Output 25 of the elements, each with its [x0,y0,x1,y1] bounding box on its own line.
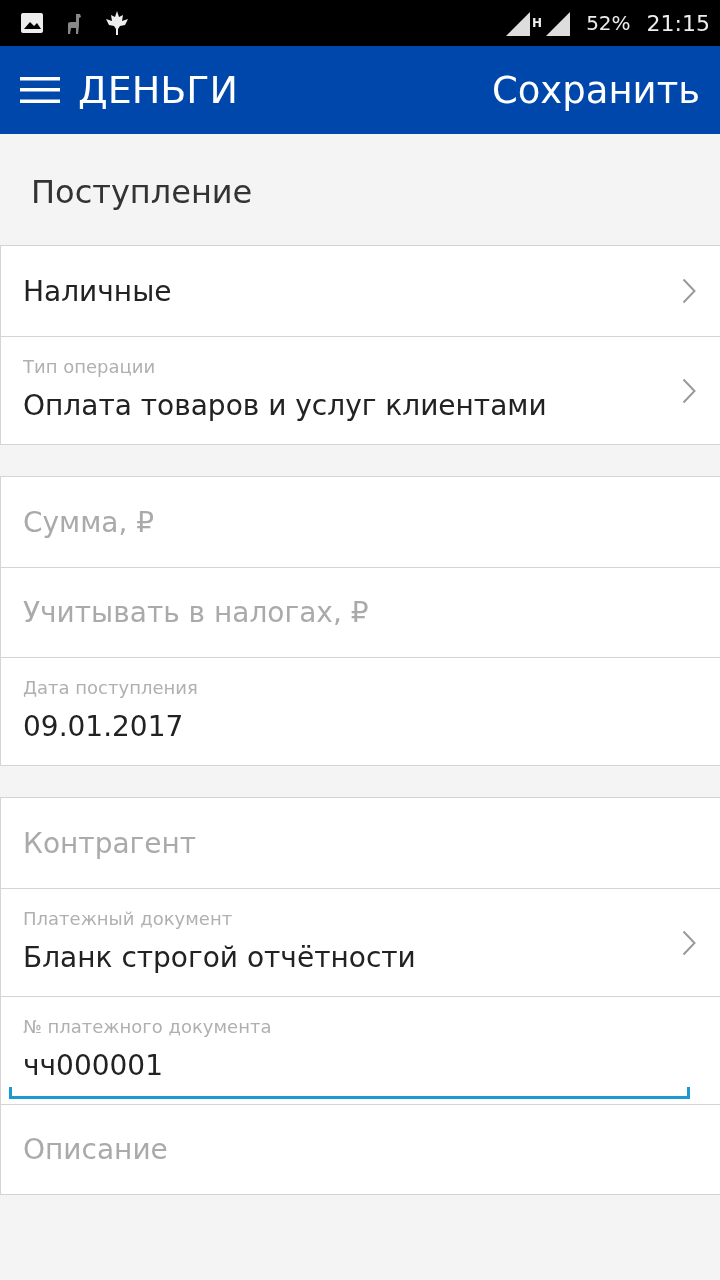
select-value[interactable]: Бланк строгой отчётности [23,940,682,974]
select-value[interactable]: Оплата товаров и услуг клиентами [23,388,682,422]
field-label: № платежного документа [23,1016,273,1037]
network-type: H [532,16,543,30]
input-field[interactable]: Сумма, ₽ [23,505,696,539]
chevron-right-icon[interactable] [682,278,696,304]
signal-icon [544,10,571,36]
select-value[interactable]: Наличные [23,274,682,308]
input-field[interactable]: Контрагент [23,826,696,860]
field-label: Платежный документ [23,907,234,929]
leaf-icon [104,10,130,36]
clock: 21:15 [646,10,710,36]
app-title: ДЕНЬГИ [78,68,238,112]
signal-icon [504,10,531,36]
input-field[interactable]: 09.01.2017 [23,709,696,743]
image-icon [20,12,44,34]
input-field[interactable]: Учитывать в налогах, ₽ [23,596,696,629]
chevron-right-icon[interactable] [682,377,696,404]
field-label: Тип операции [23,355,157,377]
field-label: Дата поступления [23,676,199,698]
chevron-right-icon[interactable] [682,929,696,956]
menu-icon[interactable] [20,76,60,104]
save-button[interactable]: Сохранить [491,68,700,112]
input-field[interactable]: Описание [23,1133,696,1166]
battery-percent: 52% [586,11,631,35]
